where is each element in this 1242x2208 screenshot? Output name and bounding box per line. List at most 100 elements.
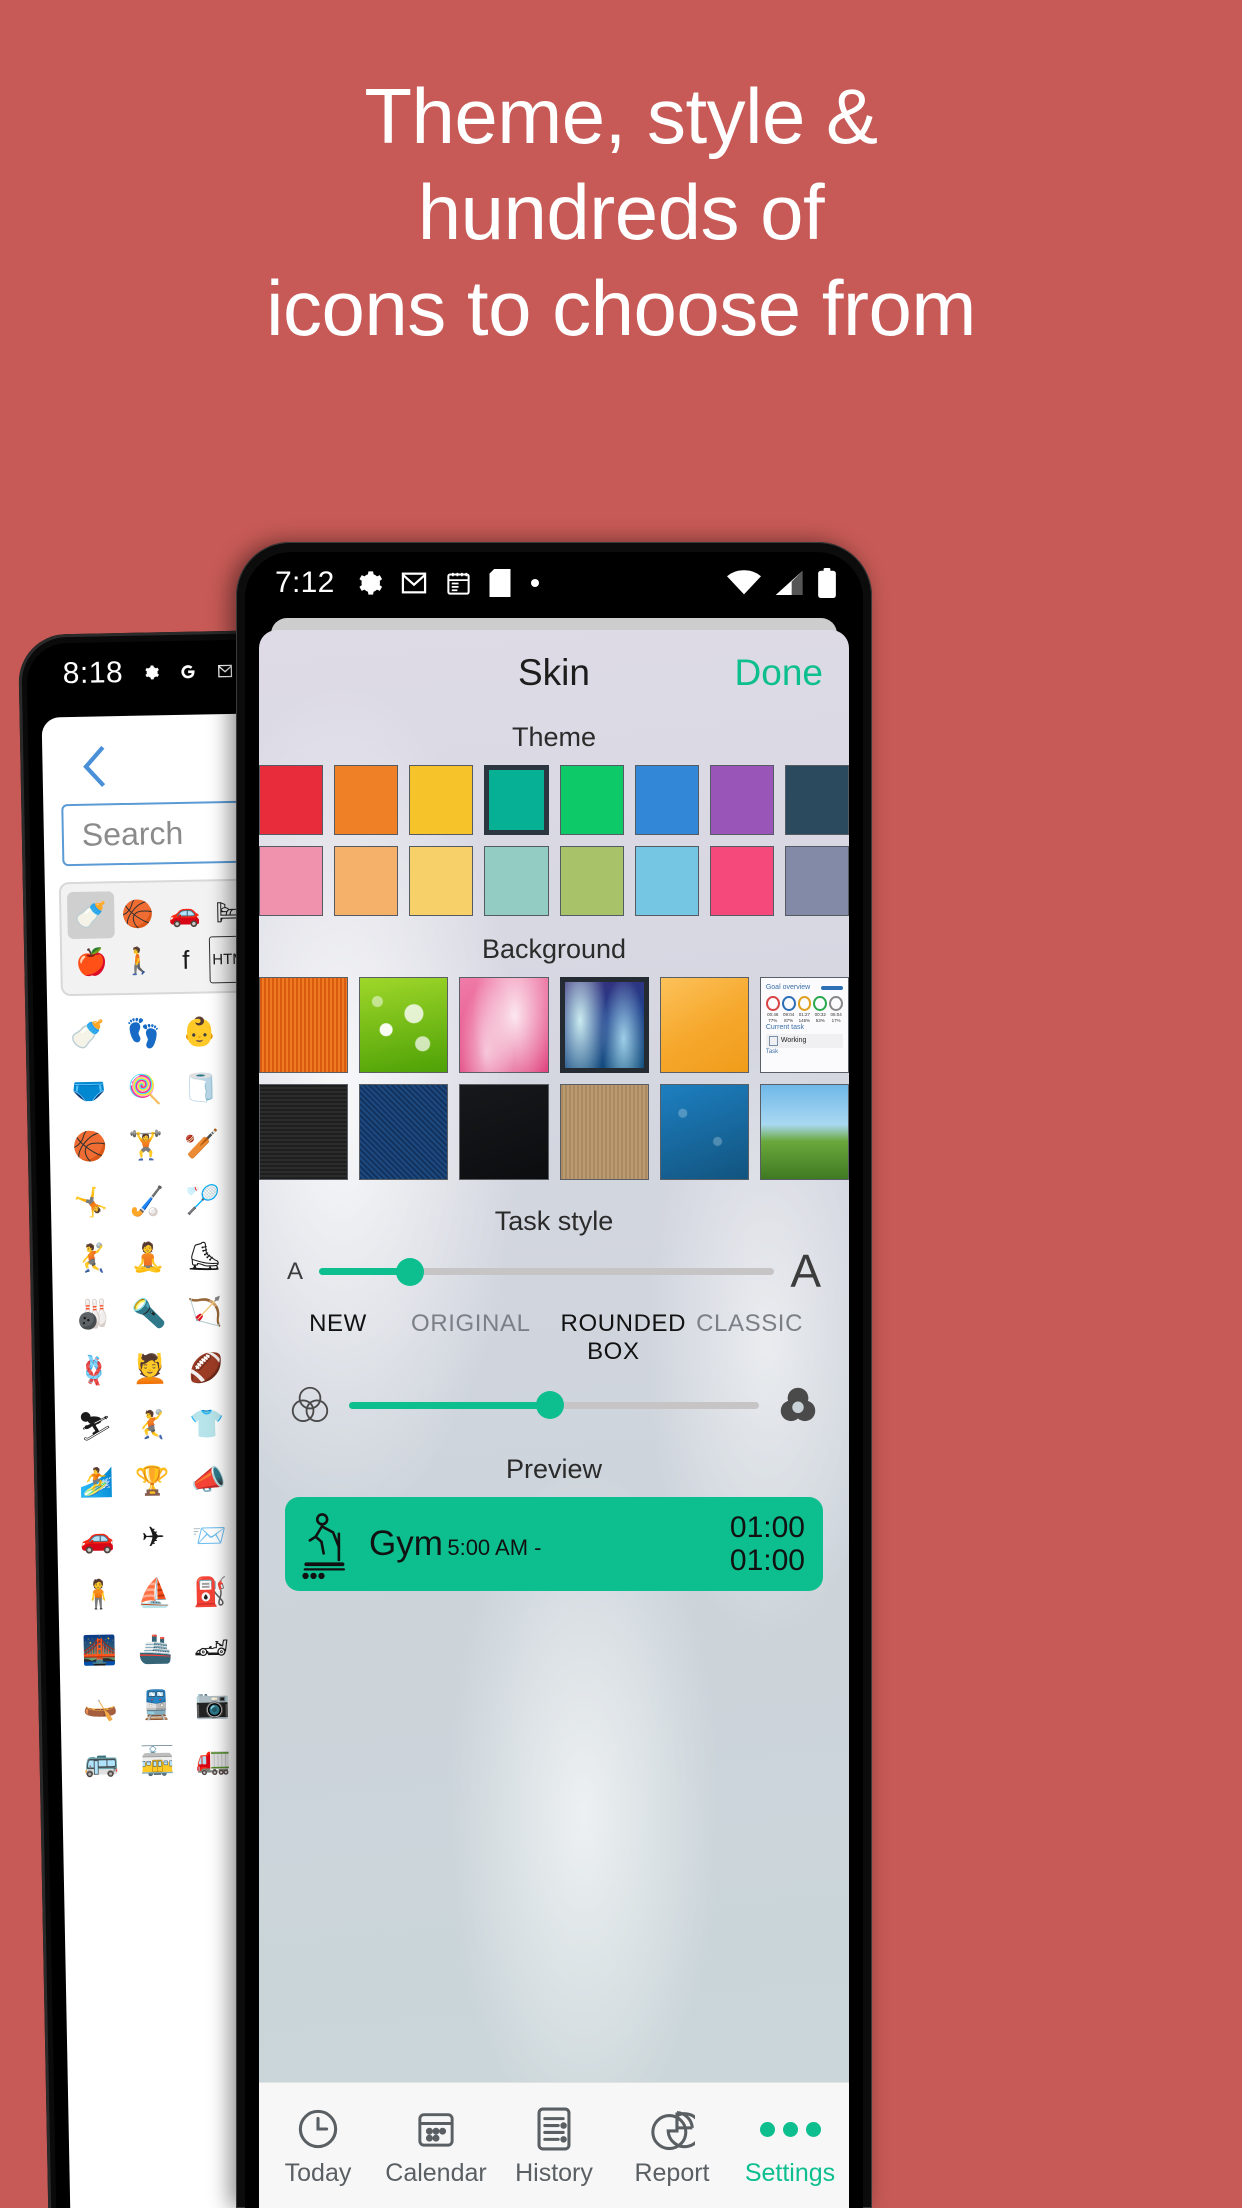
- icon-badminton[interactable]: 🏸: [174, 1171, 231, 1228]
- icon-gymnast[interactable]: 🤸: [62, 1173, 119, 1230]
- icon-basketball-2[interactable]: 🏀: [61, 1117, 118, 1174]
- icon-toilet-paper[interactable]: 🧻: [172, 1059, 229, 1116]
- widget-current-task-row: Working: [765, 1033, 844, 1048]
- theme-swatch-navy[interactable]: [784, 765, 849, 835]
- icon-camera[interactable]: 📷: [184, 1675, 241, 1732]
- icon-dumbbell[interactable]: 🏋: [117, 1116, 174, 1173]
- icon-baby-bottle-2[interactable]: 🍼: [59, 1005, 116, 1062]
- ring-2: [781, 996, 796, 1011]
- icon-car[interactable]: 🚗: [161, 889, 209, 937]
- theme-swatch-yellow-light[interactable]: [409, 846, 474, 916]
- icon-skater[interactable]: ⛸: [175, 1227, 232, 1284]
- icon-yoga[interactable]: 🧘: [119, 1228, 176, 1285]
- font-size-slider[interactable]: [319, 1257, 775, 1286]
- preview-task-card[interactable]: Gym 5:00 AM - 01:00 01:00: [285, 1497, 823, 1592]
- icon-truck-delivery[interactable]: 🚛: [185, 1731, 242, 1788]
- background-thumb-blue-denim[interactable]: [359, 1084, 449, 1180]
- theme-swatch-red[interactable]: [259, 765, 324, 835]
- theme-swatch-teal-selected[interactable]: [484, 765, 549, 835]
- icon-airplane[interactable]: ✈: [125, 1508, 182, 1565]
- icon-sports-car[interactable]: 🏎: [183, 1619, 240, 1676]
- theme-swatch-green[interactable]: [559, 765, 624, 835]
- icon-tram[interactable]: 🚋: [129, 1732, 186, 1789]
- background-thumb-wood-orange[interactable]: [259, 977, 349, 1073]
- icon-car-2[interactable]: 🚗: [69, 1509, 126, 1566]
- icon-skiing[interactable]: ⛷: [67, 1397, 124, 1454]
- icon-jersey[interactable]: 👕: [179, 1395, 236, 1452]
- tab-rounded-box[interactable]: ROUNDED BOX: [551, 1310, 697, 1366]
- background-thumb-orange-wave[interactable]: [659, 977, 749, 1073]
- theme-swatch-orange-light[interactable]: [334, 846, 399, 916]
- icon-person[interactable]: 🧍: [70, 1565, 127, 1622]
- icon-walking[interactable]: 🚶: [115, 937, 163, 985]
- icon-ship[interactable]: 🚢: [127, 1620, 184, 1677]
- theme-swatch-blue[interactable]: [634, 765, 699, 835]
- theme-swatch-magenta[interactable]: [709, 846, 774, 916]
- background-thumb-blue-smoke-selected[interactable]: [559, 977, 649, 1073]
- ring-3: [797, 996, 812, 1011]
- icon-surfing[interactable]: 🏄: [68, 1453, 125, 1510]
- background-thumb-pink-silk[interactable]: [459, 977, 549, 1073]
- theme-swatch-yellow[interactable]: [409, 765, 474, 835]
- theme-swatch-grey-violet[interactable]: [784, 846, 849, 916]
- icon-gas-station[interactable]: ⛽: [182, 1563, 239, 1620]
- theme-swatch-teal-light[interactable]: [484, 846, 549, 916]
- background-thumb-green-bokeh[interactable]: [359, 977, 449, 1073]
- font-size-slider-knob[interactable]: [396, 1257, 425, 1286]
- icon-bridge[interactable]: 🌉: [71, 1621, 128, 1678]
- nav-item-today[interactable]: Today: [259, 2103, 377, 2188]
- opacity-slider-knob[interactable]: [535, 1391, 564, 1420]
- icon-cheerleader[interactable]: 📣: [180, 1451, 237, 1508]
- headline-line-3: icons to choose from: [266, 264, 976, 352]
- theme-swatch-orange[interactable]: [334, 765, 399, 835]
- icon-baseball-bat[interactable]: 🏏: [173, 1115, 230, 1172]
- icon-facebook[interactable]: f: [162, 936, 210, 984]
- icon-football[interactable]: 🏈: [178, 1339, 235, 1396]
- background-thumb-dark-brushed[interactable]: [259, 1084, 349, 1180]
- icon-trophy[interactable]: 🏆: [124, 1452, 181, 1509]
- icon-bus[interactable]: 🚌: [73, 1733, 130, 1790]
- icon-stretching[interactable]: 🤾: [123, 1396, 180, 1453]
- skin-settings-scroll[interactable]: Skin Done Theme Background Goal overview…: [259, 630, 849, 2082]
- icon-paper-plane[interactable]: 📨: [181, 1507, 238, 1564]
- done-button[interactable]: Done: [735, 652, 823, 694]
- skin-settings-screen: Skin Done Theme Background Goal overview…: [259, 630, 849, 2208]
- icon-apple[interactable]: 🍎: [68, 938, 116, 986]
- icon-pacifier[interactable]: 🍭: [116, 1060, 173, 1117]
- icon-rope[interactable]: 🪢: [66, 1341, 123, 1398]
- preview-task-subtitle: 5:00 AM -: [447, 1535, 542, 1561]
- nav-item-report[interactable]: Report: [613, 2103, 731, 2188]
- background-thumb-blue-water[interactable]: [659, 1084, 749, 1180]
- tab-new[interactable]: NEW: [285, 1310, 411, 1366]
- opacity-slider[interactable]: [349, 1391, 759, 1420]
- icon-sailboat[interactable]: ⛵: [126, 1564, 183, 1621]
- icon-footprint[interactable]: 👣: [115, 1004, 172, 1061]
- icon-boat[interactable]: 🛶: [72, 1677, 129, 1734]
- tab-classic[interactable]: CLASSIC: [696, 1310, 823, 1366]
- background-thumb-black-matte[interactable]: [459, 1084, 549, 1180]
- icon-torch[interactable]: 🔦: [121, 1284, 178, 1341]
- icon-diaper[interactable]: 🩲: [60, 1061, 117, 1118]
- nav-item-calendar[interactable]: Calendar: [377, 2103, 495, 2188]
- background-thumb-tan-wood[interactable]: [559, 1084, 649, 1180]
- icon-baby[interactable]: 👶: [171, 1003, 228, 1060]
- icon-archery[interactable]: 🏹: [176, 1283, 233, 1340]
- nav-item-history[interactable]: History: [495, 2103, 613, 2188]
- icon-weightlifter[interactable]: 🤾: [63, 1229, 120, 1286]
- icon-train[interactable]: 🚆: [128, 1676, 185, 1733]
- background-thumb-flower-field[interactable]: [759, 1084, 849, 1180]
- icon-baby-bottle[interactable]: 🍼: [66, 891, 115, 940]
- icon-bowling[interactable]: 🎳: [65, 1285, 122, 1342]
- icon-cricket[interactable]: 🏑: [118, 1172, 175, 1229]
- icon-massage[interactable]: 💆: [122, 1340, 179, 1397]
- tab-original[interactable]: ORIGINAL: [411, 1310, 551, 1366]
- theme-swatch-sky[interactable]: [634, 846, 699, 916]
- theme-swatch-pink-light[interactable]: [259, 846, 324, 916]
- nav-item-settings[interactable]: Settings: [731, 2103, 849, 2188]
- background-thumb-app-widget-preview[interactable]: Goal overview 00:46 09:04 01:27 00:32 06…: [759, 977, 849, 1073]
- icon-basketball[interactable]: 🏀: [114, 890, 162, 938]
- theme-swatch-purple[interactable]: [709, 765, 774, 835]
- nav-label-today: Today: [284, 2159, 352, 2187]
- nav-label-calendar: Calendar: [385, 2159, 487, 2187]
- theme-swatch-olive[interactable]: [559, 846, 624, 916]
